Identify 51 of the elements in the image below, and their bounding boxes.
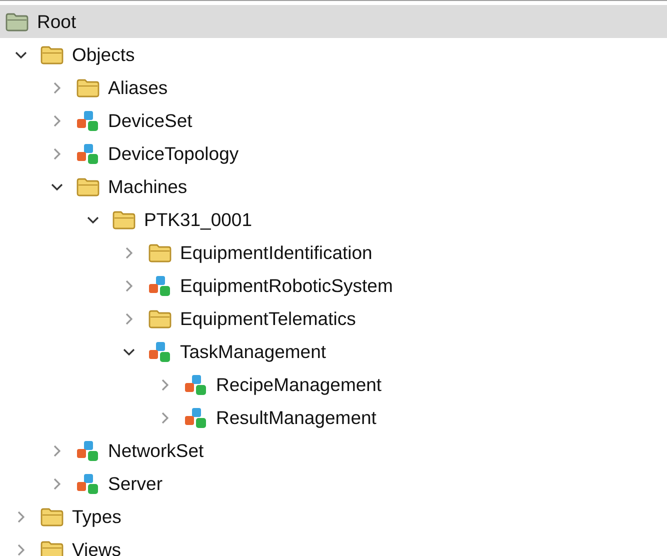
cubes-icon <box>76 110 100 132</box>
tree-item[interactable]: Server <box>0 467 667 500</box>
folder-icon <box>76 176 100 196</box>
folder-icon <box>5 12 29 32</box>
cubes-icon <box>76 142 100 164</box>
item-label: Types <box>72 506 122 528</box>
tree-item[interactable]: ResultManagement <box>0 401 667 434</box>
tree-item[interactable]: DeviceSet <box>0 104 667 137</box>
tree-item[interactable]: EquipmentRoboticSystem <box>0 269 667 302</box>
folder-icon <box>148 242 172 262</box>
tree-item[interactable]: RecipeManagement <box>0 368 667 401</box>
tree-item[interactable]: Root <box>0 5 667 38</box>
item-label: TaskManagement <box>180 340 326 362</box>
item-label: Views <box>72 538 122 556</box>
folder-icon <box>148 308 172 328</box>
item-label: PTK31_0001 <box>144 208 252 230</box>
cubes-icon <box>184 406 208 428</box>
folder-icon <box>40 506 64 526</box>
item-label: RecipeManagement <box>216 374 382 396</box>
folder-icon <box>76 78 100 98</box>
cubes-icon <box>184 374 208 396</box>
item-label: Aliases <box>108 76 168 98</box>
cubes-icon <box>76 472 100 494</box>
tree-item[interactable]: Views <box>0 533 667 556</box>
item-label: EquipmentIdentification <box>180 242 372 264</box>
tree-item[interactable]: Objects <box>0 38 667 71</box>
tree-item[interactable]: Aliases <box>0 71 667 104</box>
tree-item[interactable]: TaskManagement <box>0 335 667 368</box>
item-label: ResultManagement <box>216 406 376 428</box>
folder-icon <box>40 540 64 556</box>
item-label: Server <box>108 472 162 494</box>
tree-item[interactable]: PTK31_0001 <box>0 203 667 236</box>
item-label: EquipmentTelematics <box>180 308 356 330</box>
tree-item[interactable]: DeviceTopology <box>0 137 667 170</box>
cubes-icon <box>76 440 100 462</box>
tree-item[interactable]: Types <box>0 500 667 533</box>
tree-item[interactable]: Machines <box>0 170 667 203</box>
item-label: EquipmentRoboticSystem <box>180 274 393 296</box>
tree-item[interactable]: NetworkSet <box>0 434 667 467</box>
tree-item[interactable]: EquipmentIdentification <box>0 236 667 269</box>
folder-icon <box>112 210 136 230</box>
item-label: DeviceTopology <box>108 142 239 164</box>
cubes-icon <box>148 340 172 362</box>
folder-icon <box>40 44 64 64</box>
tree-item[interactable]: EquipmentTelematics <box>0 302 667 335</box>
item-label: DeviceSet <box>108 110 192 132</box>
item-label: Root <box>37 10 76 32</box>
item-label: Objects <box>72 44 135 66</box>
item-label: Machines <box>108 176 188 198</box>
cubes-icon <box>148 274 172 296</box>
item-label: NetworkSet <box>108 440 204 462</box>
